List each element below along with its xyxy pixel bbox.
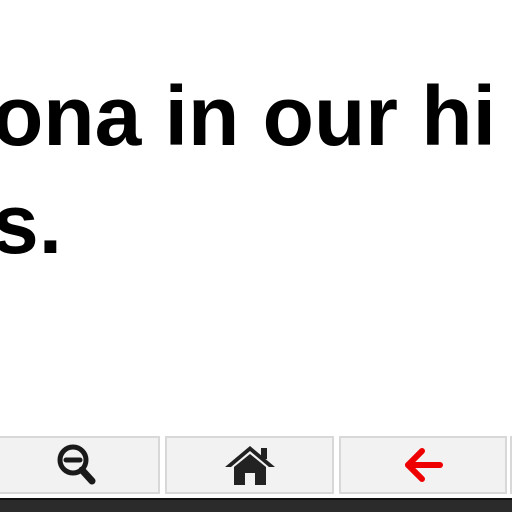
arrow-left-icon bbox=[400, 445, 446, 485]
bottom-edge-bar bbox=[0, 498, 512, 512]
text-line-1: ona in our hi bbox=[0, 69, 496, 163]
zoom-out-icon bbox=[52, 441, 102, 489]
text-line-2: s. bbox=[0, 177, 63, 271]
back-button[interactable] bbox=[339, 436, 507, 494]
bottom-edge-divider bbox=[0, 498, 512, 500]
home-button[interactable] bbox=[165, 436, 334, 494]
zoom-out-button[interactable] bbox=[0, 436, 160, 494]
home-icon bbox=[223, 443, 277, 487]
reading-text: ona in our hi s. bbox=[0, 62, 512, 278]
page-viewport: ona in our hi s. bbox=[0, 0, 512, 512]
bottom-toolbar bbox=[0, 434, 512, 498]
